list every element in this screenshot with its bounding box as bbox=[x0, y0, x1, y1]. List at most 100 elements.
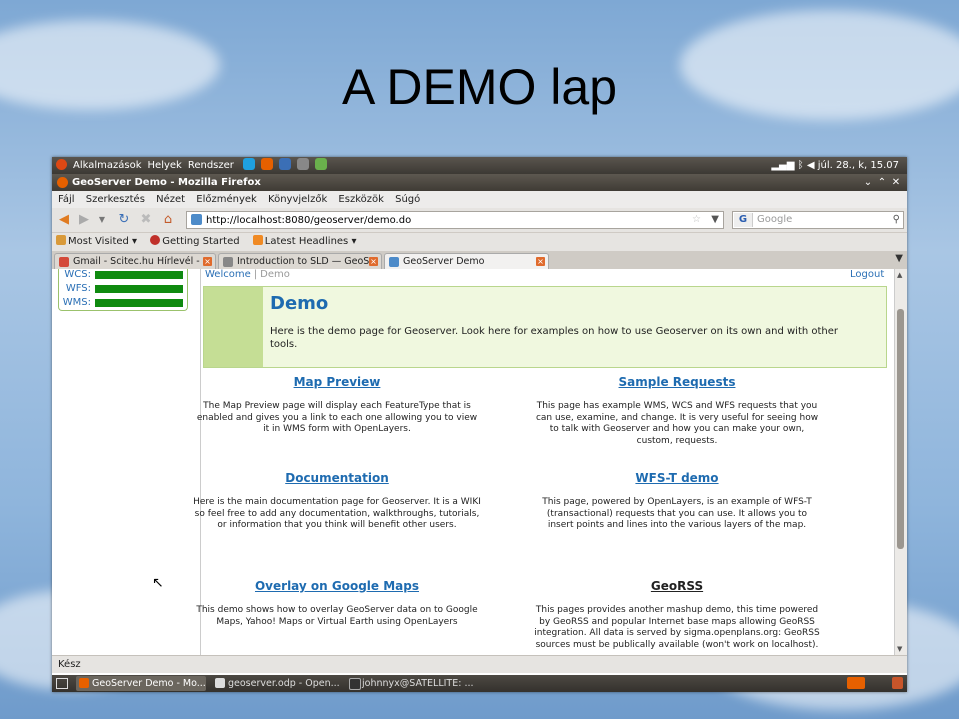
forward-arrow-icon[interactable]: ▶ bbox=[76, 212, 92, 228]
bookmark-star-icon[interactable]: ☆ bbox=[692, 212, 701, 228]
close-tab-icon[interactable]: × bbox=[369, 257, 378, 266]
service-label: WMS: bbox=[62, 297, 91, 308]
logout-link[interactable]: Logout bbox=[850, 269, 884, 280]
window-title: GeoServer Demo - Mozilla Firefox bbox=[72, 177, 261, 188]
status-text: Kész bbox=[58, 659, 81, 670]
maximize-button[interactable]: ⌃ bbox=[875, 174, 889, 191]
item-georss: GeoRSS This pages provides another mashu… bbox=[527, 579, 827, 651]
workspace-switcher-icon[interactable] bbox=[847, 677, 865, 689]
close-tab-icon[interactable]: × bbox=[536, 257, 545, 266]
page-content: WCS: WFS: WMS: Welcome | Demo Logout Demo … bbox=[52, 269, 907, 655]
search-input[interactable]: G Google ⚲ bbox=[732, 211, 904, 229]
banner-accent bbox=[204, 287, 263, 367]
tab-gmail[interactable]: Gmail - Scitec.hu Hírlevél - ... × bbox=[54, 253, 216, 269]
search-placeholder: Google bbox=[757, 214, 793, 225]
minimize-button[interactable]: ⌄ bbox=[861, 174, 875, 191]
firefox-bookmark-icon bbox=[150, 235, 161, 245]
service-status-bar bbox=[95, 271, 183, 279]
google-engine-icon[interactable]: G bbox=[734, 213, 753, 227]
item-sample-requests: Sample Requests This page has example WM… bbox=[527, 375, 827, 447]
task-label: johnnyx@SATELLITE: ... bbox=[362, 678, 474, 689]
close-tab-icon[interactable]: × bbox=[203, 257, 212, 266]
help-icon[interactable] bbox=[279, 158, 292, 170]
tab-bar: Gmail - Scitec.hu Hírlevél - ... × Intro… bbox=[52, 251, 907, 270]
window-titlebar: GeoServer Demo - Mozilla Firefox ⌄ ⌃ ✕ bbox=[52, 174, 907, 191]
reload-icon[interactable]: ↻ bbox=[116, 212, 132, 228]
item-wfs-t-demo: WFS-T demo This page, powered by OpenLay… bbox=[527, 471, 827, 532]
signal-icon[interactable]: ▂▄▆ bbox=[771, 160, 794, 171]
back-arrow-icon[interactable]: ◀ bbox=[56, 212, 72, 228]
bookmark-label: Latest Headlines bbox=[264, 236, 349, 247]
menu-applications[interactable]: Alkalmazások bbox=[73, 160, 142, 171]
mouse-cursor-icon: ↖ bbox=[152, 575, 164, 591]
documentation-link[interactable]: Documentation bbox=[187, 471, 487, 485]
menubar: Fájl Szerkesztés Nézet Előzmények Könyvj… bbox=[52, 191, 907, 208]
show-desktop-icon[interactable] bbox=[56, 678, 68, 689]
map-preview-link[interactable]: Map Preview bbox=[187, 375, 487, 389]
tab-label: GeoServer Demo bbox=[403, 256, 485, 267]
stop-icon[interactable]: ✖ bbox=[138, 212, 154, 228]
overlay-google-maps-link[interactable]: Overlay on Google Maps bbox=[187, 579, 487, 593]
firefox-launcher-icon[interactable] bbox=[261, 158, 274, 170]
home-icon[interactable]: ⌂ bbox=[160, 212, 176, 228]
menu-file[interactable]: Fájl bbox=[58, 194, 75, 205]
tab-label: Introduction to SLD — GeoS... bbox=[237, 256, 379, 267]
url-dropdown-icon[interactable]: ▼ bbox=[711, 212, 719, 228]
wfs-t-demo-link[interactable]: WFS-T demo bbox=[527, 471, 827, 485]
folder-icon bbox=[56, 235, 66, 245]
demo-banner: Demo Here is the demo page for Geoserver… bbox=[203, 286, 887, 368]
task-terminal[interactable]: johnnyx@SATELLITE: ... bbox=[346, 676, 478, 691]
tab-geoserver-demo[interactable]: GeoServer Demo × bbox=[384, 253, 549, 269]
service-label: WCS: bbox=[64, 269, 91, 280]
tab-sld[interactable]: Introduction to SLD — GeoS... × bbox=[218, 253, 382, 269]
item-description: This page has example WMS, WCS and WFS r… bbox=[535, 401, 819, 446]
volume-icon[interactable]: ◀ bbox=[807, 160, 815, 171]
history-dropdown-icon[interactable]: ▼ bbox=[94, 212, 110, 228]
bookmark-most-visited[interactable]: Most Visited ▾ bbox=[56, 235, 137, 247]
task-impress[interactable]: geoserver.odp - Open... bbox=[212, 676, 340, 691]
menu-system[interactable]: Rendszer bbox=[188, 160, 234, 171]
breadcrumb-welcome[interactable]: Welcome bbox=[205, 269, 251, 280]
terminal-icon[interactable] bbox=[297, 158, 310, 170]
menu-tools[interactable]: Eszközök bbox=[338, 194, 384, 205]
site-identity-icon[interactable] bbox=[191, 214, 202, 225]
menu-bookmarks[interactable]: Könyvjelzők bbox=[268, 194, 327, 205]
gmail-icon bbox=[59, 257, 69, 267]
breadcrumb: Welcome | Demo bbox=[205, 269, 290, 280]
menu-help[interactable]: Súgó bbox=[395, 194, 420, 205]
navigation-toolbar: ◀ ▶ ▼ ↻ ✖ ⌂ http://localhost:8080/geoser… bbox=[52, 208, 907, 233]
menu-history[interactable]: Előzmények bbox=[196, 194, 257, 205]
scrollbar-thumb[interactable] bbox=[897, 309, 904, 549]
service-label: WFS: bbox=[65, 283, 91, 294]
sample-requests-link[interactable]: Sample Requests bbox=[527, 375, 827, 389]
task-label: geoserver.odp - Open... bbox=[228, 678, 340, 689]
trash-icon[interactable] bbox=[892, 677, 903, 689]
scroll-up-icon[interactable]: ▲ bbox=[897, 271, 902, 279]
skype-icon[interactable] bbox=[243, 158, 256, 170]
app-launcher-icon[interactable] bbox=[315, 158, 328, 170]
bluetooth-icon[interactable]: ᛒ bbox=[798, 160, 804, 171]
bookmark-latest-headlines[interactable]: Latest Headlines ▾ bbox=[252, 235, 356, 247]
url-bar[interactable]: http://localhost:8080/geoserver/demo.do … bbox=[186, 211, 724, 229]
clock[interactable]: júl. 28., k, 15.07 bbox=[818, 160, 899, 171]
menu-edit[interactable]: Szerkesztés bbox=[86, 194, 145, 205]
tab-list-icon[interactable]: ▼ bbox=[895, 253, 903, 264]
close-button[interactable]: ✕ bbox=[889, 174, 903, 191]
scroll-down-icon[interactable]: ▼ bbox=[897, 645, 902, 653]
menu-places[interactable]: Helyek bbox=[148, 160, 182, 171]
bookmark-getting-started[interactable]: Getting Started bbox=[150, 235, 240, 247]
bookmark-label: Most Visited bbox=[68, 236, 129, 247]
terminal-icon bbox=[349, 678, 361, 690]
service-status-bar bbox=[95, 285, 183, 293]
service-status-bar bbox=[95, 299, 183, 307]
search-icon[interactable]: ⚲ bbox=[893, 212, 900, 228]
status-bar: Kész bbox=[52, 655, 907, 673]
menu-view[interactable]: Nézet bbox=[156, 194, 185, 205]
task-firefox[interactable]: GeoServer Demo - Mo... bbox=[76, 676, 206, 691]
item-documentation: Documentation Here is the main documenta… bbox=[187, 471, 487, 532]
item-map-preview: Map Preview The Map Preview page will di… bbox=[187, 375, 487, 436]
page-title: Demo bbox=[270, 293, 329, 314]
georss-link[interactable]: GeoRSS bbox=[527, 579, 827, 593]
vertical-scrollbar[interactable]: ▲ ▼ bbox=[894, 269, 907, 655]
firefox-icon bbox=[79, 678, 89, 688]
